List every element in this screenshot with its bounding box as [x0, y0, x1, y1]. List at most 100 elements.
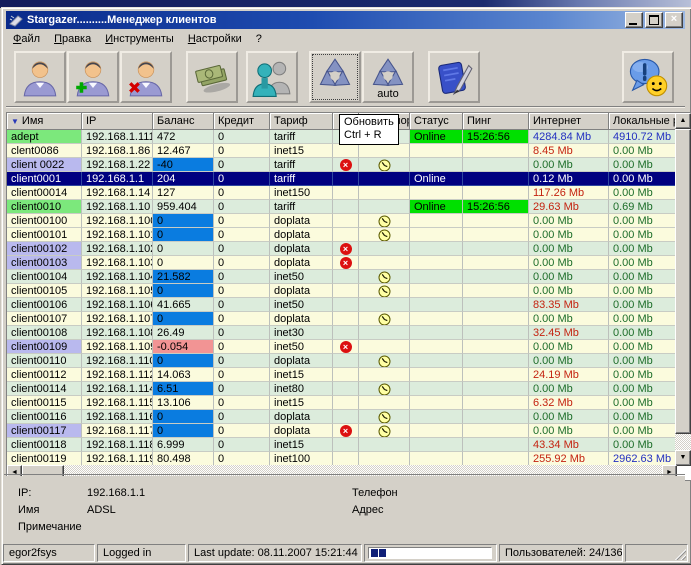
column-header-tariff[interactable]: Тариф	[270, 113, 333, 130]
column-header-internet[interactable]: Интернет	[529, 113, 609, 130]
table-row[interactable]: client00114192.168.1.1146.510inet800.00 …	[7, 382, 676, 396]
table-row[interactable]: client00112192.168.1.11214.0630inet1524.…	[7, 368, 676, 382]
cell-frozen	[359, 326, 410, 340]
resize-grip-icon[interactable]	[673, 547, 686, 560]
column-header-name[interactable]: ▼Имя	[7, 113, 82, 130]
table-row[interactable]: client00103192.168.1.10300doplata×0.00 M…	[7, 256, 676, 270]
users-group-button[interactable]	[246, 51, 298, 103]
table-row[interactable]: client00109192.168.1.109-0.0540inet50×0.…	[7, 340, 676, 354]
cell-off	[333, 368, 359, 382]
cell-credit: 0	[214, 312, 270, 326]
cell-internet: 0.00 Mb	[529, 256, 609, 270]
payments-button[interactable]	[186, 51, 238, 103]
table-row[interactable]: client00101192.168.1.10100doplata0.00 Mb…	[7, 228, 676, 242]
cell-balance: -40	[153, 158, 214, 172]
table-row[interactable]: client00107192.168.1.10700doplata0.00 Mb…	[7, 312, 676, 326]
cell-ping	[463, 256, 529, 270]
maximize-button[interactable]	[645, 12, 663, 28]
frozen-clock-icon	[378, 229, 391, 242]
minimize-button[interactable]	[625, 12, 643, 28]
table-row[interactable]: clent0086192.168.1.8612.4670inet158.45 M…	[7, 144, 676, 158]
table-row[interactable]: client00118192.168.1.1186.9990inet1543.3…	[7, 438, 676, 452]
status-users-count: Пользователей: 24/136	[499, 544, 623, 562]
table-row[interactable]: client00110192.168.1.11000doplata0.00 Mb…	[7, 354, 676, 368]
table-row[interactable]: client 0022192.168.1.22-400tariff×0.00 M…	[7, 158, 676, 172]
cell-local: 0.00 Mb	[609, 158, 676, 172]
table-row[interactable]: client00116192.168.1.11600doplata0.00 Mb…	[7, 410, 676, 424]
menu-item-3[interactable]: Настройки	[181, 31, 249, 47]
cell-off	[333, 270, 359, 284]
cell-local: 0.00 Mb	[609, 284, 676, 298]
add-user-button[interactable]	[67, 51, 119, 103]
cell-name: client00119	[7, 452, 82, 466]
cell-ping: 15:26:56	[463, 200, 529, 214]
table-row[interactable]: client00115192.168.1.11513.1060inet156.3…	[7, 396, 676, 410]
table-row[interactable]: client00105192.168.1.10500doplata0.00 Mb…	[7, 284, 676, 298]
cell-status	[410, 256, 463, 270]
table-row[interactable]: client00102192.168.1.10200doplata×0.00 M…	[7, 242, 676, 256]
cell-off	[333, 228, 359, 242]
cell-local: 0.00 Mb	[609, 144, 676, 158]
cell-internet: 6.32 Mb	[529, 396, 609, 410]
auto-refresh-button[interactable]: auto	[362, 51, 414, 103]
menu-item-0[interactable]: Файл	[6, 31, 47, 47]
vertical-scrollbar[interactable]: ▲ ▼	[675, 113, 691, 466]
cell-ping	[463, 326, 529, 340]
cell-internet: 0.00 Mb	[529, 158, 609, 172]
cell-local: 0.00 Mb	[609, 354, 676, 368]
delete-user-button[interactable]	[120, 51, 172, 103]
cell-local: 2962.63 Mb	[609, 452, 676, 466]
cell-ip: 192.168.1.116	[82, 410, 153, 424]
cell-balance: 6.51	[153, 382, 214, 396]
cell-ping	[463, 186, 529, 200]
cell-ip: 192.168.1.112	[82, 368, 153, 382]
menu-item-1[interactable]: Правка	[47, 31, 98, 47]
column-header-balance[interactable]: Баланс	[153, 113, 214, 130]
cell-name: client00106	[7, 298, 82, 312]
scroll-up-icon[interactable]: ▲	[675, 113, 691, 129]
cell-frozen	[359, 158, 410, 172]
cell-tariff: doplata	[270, 256, 333, 270]
menu-item-2[interactable]: Инструменты	[98, 31, 181, 47]
column-header-ip[interactable]: IP	[82, 113, 153, 130]
cell-local: 0.69 Mb	[609, 200, 676, 214]
table-row[interactable]: client00106192.168.1.10641.6650inet5083.…	[7, 298, 676, 312]
refresh-button[interactable]	[309, 51, 361, 103]
notes-button[interactable]	[428, 51, 480, 103]
cell-ip: 192.168.1.114	[82, 382, 153, 396]
messages-button[interactable]	[622, 51, 674, 103]
column-header-ping[interactable]: Пинг	[463, 113, 529, 130]
cell-ip: 192.168.1.10	[82, 200, 153, 214]
cell-balance: 0	[153, 312, 214, 326]
scroll-down-icon[interactable]: ▼	[675, 450, 691, 466]
notebook-pen-icon	[433, 55, 475, 99]
cell-ping	[463, 368, 529, 382]
table-row[interactable]: client00104192.168.1.10421.5820inet500.0…	[7, 270, 676, 284]
cell-balance: 0	[153, 424, 214, 438]
cell-credit: 0	[214, 396, 270, 410]
cell-credit: 0	[214, 298, 270, 312]
vertical-scroll-thumb[interactable]	[675, 129, 691, 434]
column-header-status[interactable]: Статус	[410, 113, 463, 130]
close-button[interactable]: ×	[665, 12, 683, 28]
table-row[interactable]: client00100192.168.1.10000doplata0.00 Mb…	[7, 214, 676, 228]
cell-ping	[463, 214, 529, 228]
cell-internet: 0.00 Mb	[529, 312, 609, 326]
cell-status	[410, 144, 463, 158]
table-row[interactable]: client00108192.168.1.10826.490inet3032.4…	[7, 326, 676, 340]
column-header-credit[interactable]: Кредит	[214, 113, 270, 130]
user-view-button[interactable]	[14, 51, 66, 103]
cell-ping	[463, 424, 529, 438]
table-row[interactable]: client00117192.168.1.11700doplata×0.00 M…	[7, 424, 676, 438]
table-row[interactable]: client00014192.168.1.141270inet150117.26…	[7, 186, 676, 200]
cell-tariff: doplata	[270, 214, 333, 228]
status-login-state: Logged in	[97, 544, 186, 562]
cell-tariff: inet150	[270, 186, 333, 200]
table-row[interactable]: client00119192.168.1.11980.4980inet10025…	[7, 452, 676, 466]
menu-item-4[interactable]: ?	[249, 31, 269, 47]
cell-status	[410, 382, 463, 396]
cell-ip: 192.168.1.108	[82, 326, 153, 340]
table-row[interactable]: client0001192.168.1.12040tariffOnline0.1…	[7, 172, 676, 186]
table-row[interactable]: client0010192.168.1.10959.4040tariffOnli…	[7, 200, 676, 214]
column-header-local[interactable]: Локальные р	[609, 113, 676, 130]
